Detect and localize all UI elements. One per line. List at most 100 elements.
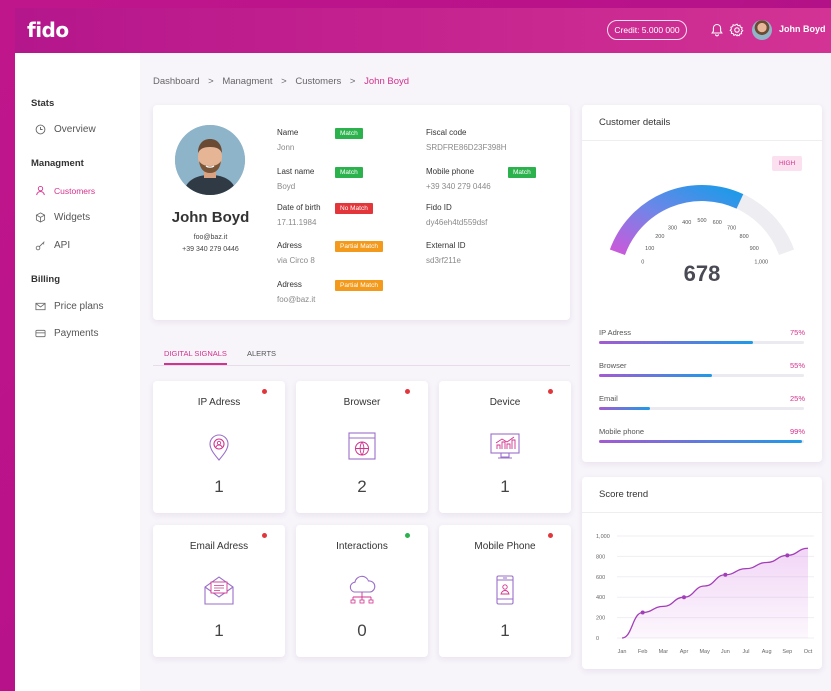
sidebar-item-overview[interactable]: Overview	[35, 124, 96, 135]
customer-email: foo@baz.it	[193, 234, 228, 241]
gear-icon[interactable]	[729, 22, 745, 38]
partial-match-badge: Partial Match	[335, 241, 383, 252]
y-tick-label: 400	[596, 595, 605, 601]
user-avatar[interactable]	[752, 20, 772, 40]
breadcrumb-current: John Boyd	[364, 76, 410, 87]
metric-bar-fill	[599, 407, 651, 410]
profile-card: John Boyd foo@baz.it +39 340 279 0446 Na…	[153, 105, 570, 320]
cloud-network-icon	[349, 575, 376, 604]
app-frame: fido Credit: 5.000 000 John Boyd Stats O…	[15, 8, 831, 691]
signal-title: Mobile Phone	[474, 541, 536, 552]
y-tick-label: 800	[596, 554, 605, 560]
gauge-tick-label: 1,000	[754, 259, 768, 265]
sidebar-item-label: Payments	[54, 328, 99, 339]
field-value-name: Jonn	[277, 143, 295, 152]
gauge-tick-label: 600	[713, 220, 722, 226]
sidebar-item-price-plans[interactable]: Price plans	[35, 301, 103, 312]
sidebar-item-customers[interactable]: Customers	[35, 185, 95, 196]
signal-title: Device	[489, 397, 521, 408]
x-tick-label: Jul	[742, 649, 749, 655]
metric-bar-fill	[599, 440, 802, 443]
user-name[interactable]: John Boyd	[779, 24, 826, 34]
status-dot	[548, 533, 553, 538]
signal-card-device[interactable]: Device 1	[439, 381, 571, 513]
metric-label: Browser	[599, 361, 627, 370]
envelope-icon	[204, 576, 234, 605]
status-dot	[262, 533, 267, 538]
field-label-fido-id: Fido ID	[426, 203, 452, 212]
credit-badge[interactable]: Credit: 5.000 000	[607, 20, 687, 40]
monitor-chart-icon	[490, 433, 520, 459]
fido-logo[interactable]: fido	[27, 18, 69, 42]
breadcrumb-dashboard[interactable]: Dashboard	[153, 76, 199, 87]
gauge-tick-label: 900	[750, 246, 759, 252]
trend-point[interactable]	[640, 610, 645, 615]
sidebar: Stats Overview Managment Customers Widge…	[15, 53, 140, 691]
gauge-tick-label: 800	[740, 234, 749, 240]
metric-bar-fill	[599, 341, 753, 344]
sidebar-item-widgets[interactable]: Widgets	[35, 212, 90, 223]
metric-percent: 55%	[789, 361, 805, 370]
tab-digital-signals[interactable]: DIGITAL SIGNALS	[164, 349, 227, 365]
signal-card-browser[interactable]: Browser 2	[296, 381, 428, 513]
smartphone-icon	[496, 575, 514, 605]
match-badge: Match	[335, 167, 363, 178]
status-dot	[405, 389, 410, 394]
signal-value: 1	[214, 477, 224, 496]
signal-title: IP Adress	[197, 397, 241, 408]
metric-label: Mobile phone	[599, 427, 645, 436]
breadcrumb-separator: >	[281, 76, 287, 87]
x-tick-label: Jan	[618, 649, 627, 655]
sidebar-item-label: API	[54, 240, 71, 251]
status-dot	[262, 389, 267, 394]
key-icon	[35, 241, 45, 251]
trend-point[interactable]	[723, 572, 728, 577]
trend-point[interactable]	[785, 553, 790, 558]
metric-bar-fill	[599, 374, 712, 377]
signal-card-interactions[interactable]: Interactions 0	[296, 525, 428, 657]
field-value-date-of-birth: 17.11.1984	[277, 218, 317, 227]
sidebar-item-api[interactable]: API	[35, 240, 70, 251]
x-tick-label: Mar	[659, 649, 669, 655]
field-value-fido-id: dy46eh4td559dsf	[426, 218, 488, 227]
score-value: 678	[684, 261, 721, 286]
gauge-tick-label: 700	[727, 225, 736, 231]
sidebar-item-label: Widgets	[54, 212, 91, 223]
signal-card-ip-adress[interactable]: IP Adress 1	[153, 381, 285, 513]
tab-alerts[interactable]: ALERTS	[247, 349, 276, 358]
clock-icon	[35, 124, 46, 135]
breadcrumb-managment[interactable]: Managment	[222, 76, 272, 87]
match-badge: Match	[508, 167, 536, 178]
x-tick-label: Jun	[721, 649, 730, 655]
field-label-name: Name	[277, 128, 299, 137]
gauge-tick-label: 300	[668, 225, 677, 231]
mail-icon	[35, 302, 46, 311]
breadcrumb-separator: >	[349, 76, 356, 87]
metric-label: Email	[599, 394, 618, 403]
customer-photo	[175, 125, 245, 195]
breadcrumb-separator: >	[208, 76, 214, 87]
trend-area	[622, 548, 808, 638]
gauge-tick-label: 500	[697, 218, 706, 224]
trend-point[interactable]	[682, 595, 686, 600]
field-label-external-id: External ID	[426, 241, 466, 250]
field-label-date-of-birth: Date of birth	[277, 203, 321, 212]
bell-icon[interactable]	[709, 22, 725, 38]
signal-card-mobile-phone[interactable]: Mobile Phone 1	[439, 525, 571, 657]
field-label-adress: Adress	[277, 241, 302, 250]
x-tick-label: Apr	[680, 649, 689, 655]
signal-value: 0	[357, 621, 367, 640]
y-tick-label: 600	[596, 575, 605, 581]
signal-card-email-adress[interactable]: Email Adress 1	[153, 525, 285, 657]
breadcrumb-customers[interactable]: Customers	[295, 76, 341, 87]
status-dot	[405, 533, 410, 538]
sidebar-item-payments[interactable]: Payments	[35, 328, 98, 339]
metric-bar-track	[599, 440, 804, 443]
user-icon	[36, 186, 45, 196]
metric-percent: 25%	[789, 394, 805, 403]
person-portrait-icon	[175, 125, 245, 195]
match-badge: Match	[335, 128, 363, 139]
gauge-tick-label: 100	[645, 246, 654, 252]
sidebar-section-stats: Stats	[31, 98, 55, 109]
breadcrumb: Dashboard > Managment > Customers > John…	[153, 76, 415, 87]
